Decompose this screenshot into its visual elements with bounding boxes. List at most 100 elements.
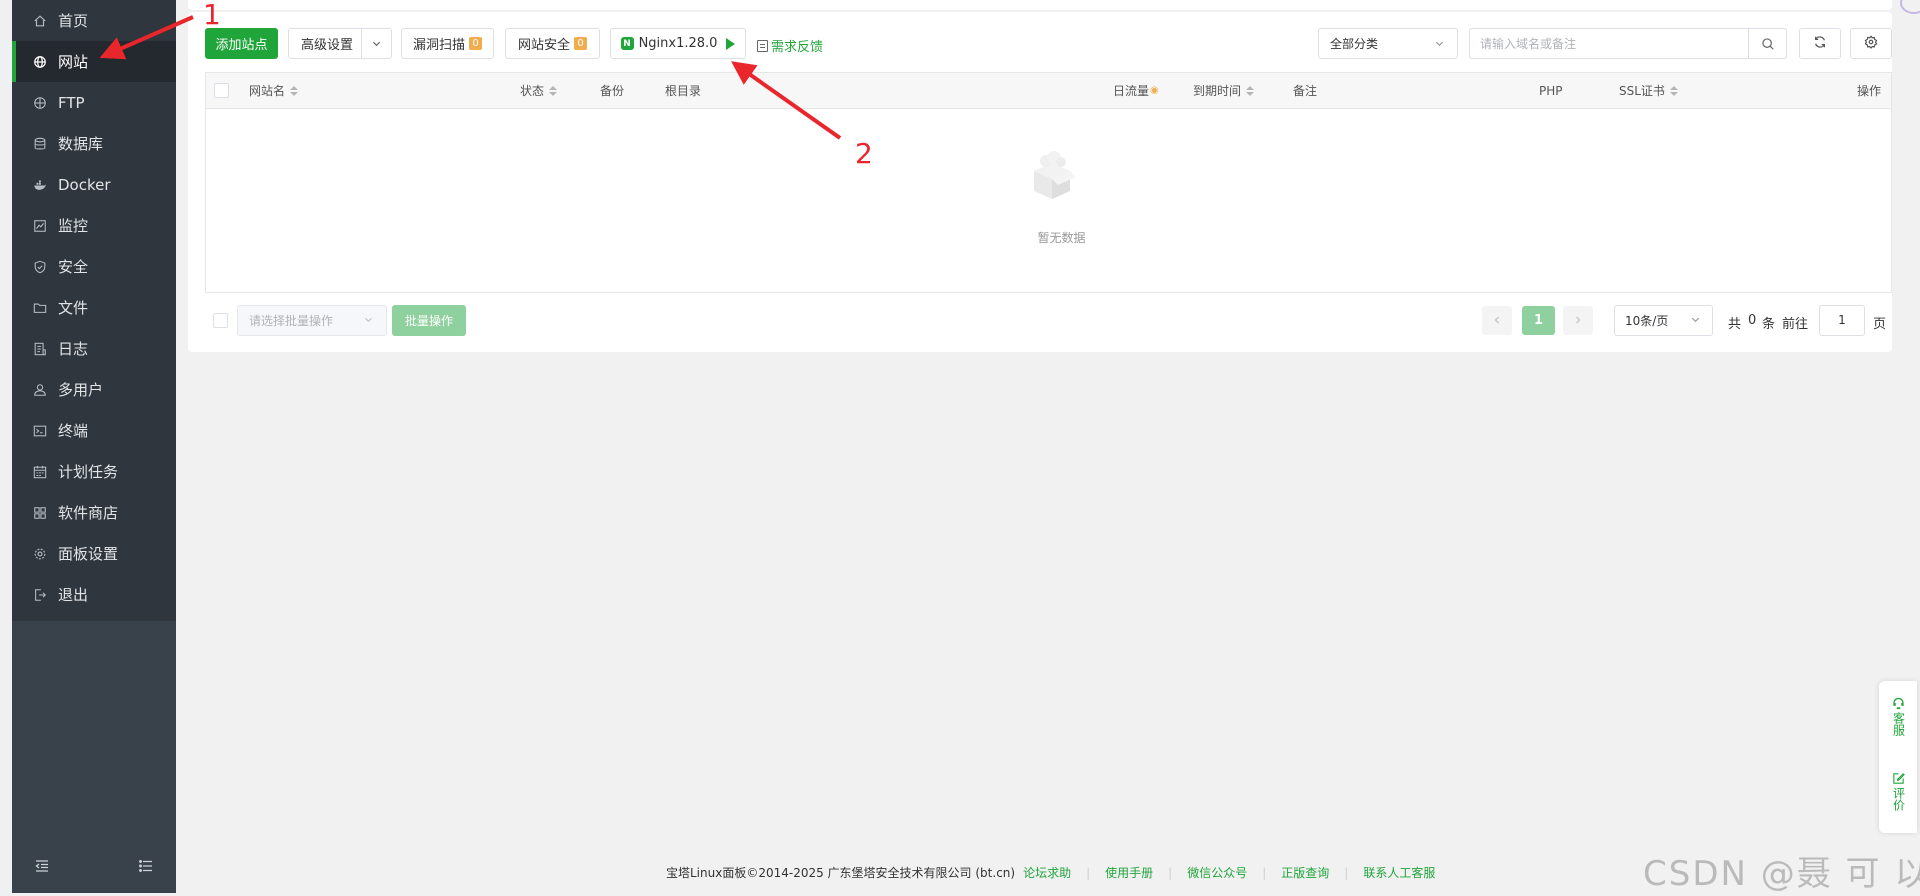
column-site-name[interactable]: 网站名 bbox=[249, 73, 299, 109]
column-label: 网站名 bbox=[249, 84, 286, 98]
advanced-settings-label: 高级设置 bbox=[301, 38, 354, 53]
license-check-link[interactable]: 正版查询 bbox=[1281, 864, 1329, 881]
customer-service-button[interactable]: 客服 bbox=[1879, 697, 1917, 736]
column-root-dir: 根目录 bbox=[665, 73, 701, 109]
column-label: 备份 bbox=[600, 84, 625, 98]
batch-action-button[interactable]: 批量操作 bbox=[392, 305, 466, 336]
sidebar-item-files[interactable]: 文件 bbox=[12, 287, 176, 328]
sidebar-item-logout[interactable]: 退出 bbox=[12, 574, 176, 615]
empty-box-icon bbox=[1034, 151, 1076, 199]
batch-action-select[interactable]: 请选择批量操作 bbox=[237, 305, 387, 336]
goto-page-input[interactable]: 1 bbox=[1819, 305, 1865, 336]
manual-link[interactable]: 使用手册 bbox=[1105, 864, 1153, 881]
page-size-select[interactable]: 10条/页 bbox=[1614, 305, 1713, 336]
sidebar-item-label: 多用户 bbox=[58, 381, 104, 399]
search-box bbox=[1469, 28, 1787, 59]
chevron-down-icon[interactable] bbox=[361, 29, 391, 58]
sidebar-item-monitor[interactable]: 监控 bbox=[12, 205, 176, 246]
feedback-label: 需求反馈 bbox=[771, 40, 824, 55]
collapse-sidebar-icon[interactable] bbox=[30, 854, 54, 878]
sidebar-item-terminal[interactable]: 终端 bbox=[12, 410, 176, 451]
column-daily-traffic: 日流量 ◉ bbox=[1113, 73, 1159, 109]
sort-icon bbox=[1669, 86, 1678, 96]
search-icon[interactable] bbox=[1748, 29, 1786, 58]
next-page-button[interactable] bbox=[1563, 306, 1593, 335]
select-all-checkbox[interactable] bbox=[214, 83, 229, 98]
sidebar-item-label: 面板设置 bbox=[58, 545, 119, 563]
total-count: 0 bbox=[1748, 313, 1757, 328]
chevron-left-icon bbox=[1492, 314, 1502, 328]
sidebar-item-users[interactable]: 多用户 bbox=[12, 369, 176, 410]
column-label: 到期时间 bbox=[1193, 84, 1242, 98]
sidebar-item-label: 文件 bbox=[58, 299, 89, 317]
sidebar-item-label: FTP bbox=[58, 93, 85, 112]
prev-page-button[interactable] bbox=[1482, 306, 1512, 335]
column-php: PHP bbox=[1539, 73, 1563, 109]
table-settings-button[interactable] bbox=[1850, 28, 1892, 59]
column-status[interactable]: 状态 bbox=[520, 73, 558, 109]
eye-icon[interactable]: ◉ bbox=[1150, 73, 1159, 109]
sidebar-menu: 首页 网站 FTP 数据库 Docker 监控 安全 文件 日志 多用户 终端 … bbox=[12, 0, 176, 621]
column-label: 日流量 bbox=[1113, 84, 1150, 98]
sidebar-item-logs[interactable]: 日志 bbox=[12, 328, 176, 369]
sidebar-item-database[interactable]: 数据库 bbox=[12, 123, 176, 164]
vuln-scan-label: 漏洞扫描 bbox=[412, 38, 465, 53]
column-label: 备注 bbox=[1293, 84, 1318, 98]
sidebar-item-docker[interactable]: Docker bbox=[12, 164, 176, 205]
docker-icon bbox=[32, 177, 48, 193]
list-menu-icon[interactable] bbox=[134, 854, 158, 878]
vuln-count-badge: 0 bbox=[469, 37, 482, 50]
column-label: 根目录 bbox=[665, 84, 702, 98]
footer-select-all-checkbox[interactable] bbox=[213, 313, 228, 328]
review-button[interactable]: 评价 bbox=[1879, 772, 1917, 811]
review-label: 评价 bbox=[1891, 787, 1906, 811]
ftp-icon bbox=[32, 95, 48, 111]
logout-icon bbox=[32, 587, 48, 603]
advanced-settings-button[interactable]: 高级设置 bbox=[288, 28, 392, 59]
annotation-number-2: 2 bbox=[855, 137, 873, 170]
divider: | bbox=[1344, 865, 1349, 880]
forum-link[interactable]: 论坛求助 bbox=[1023, 864, 1071, 881]
sidebar-item-settings[interactable]: 面板设置 bbox=[12, 533, 176, 574]
site-security-button[interactable]: 网站安全 0 bbox=[505, 28, 600, 59]
category-select[interactable]: 全部分类 bbox=[1318, 28, 1458, 59]
document-icon bbox=[757, 39, 768, 52]
human-support-link[interactable]: 联系人工客服 bbox=[1363, 864, 1435, 881]
vuln-scan-button[interactable]: 漏洞扫描 0 bbox=[401, 28, 494, 59]
refresh-button[interactable] bbox=[1799, 28, 1841, 59]
terminal-icon bbox=[32, 423, 48, 439]
sidebar-item-label: 软件商店 bbox=[58, 504, 119, 522]
sidebar-item-security[interactable]: 安全 bbox=[12, 246, 176, 287]
divider: | bbox=[1262, 865, 1267, 880]
sidebar-item-label: 安全 bbox=[58, 258, 89, 276]
gear-icon bbox=[32, 546, 48, 562]
sidebar-item-cron[interactable]: 计划任务 bbox=[12, 451, 176, 492]
sidebar-item-home[interactable]: 首页 bbox=[12, 0, 176, 41]
page-suffix: 页 bbox=[1873, 317, 1887, 332]
search-input[interactable] bbox=[1470, 29, 1750, 58]
nginx-service-button[interactable]: N Nginx1.28.0 bbox=[610, 28, 746, 59]
column-ssl[interactable]: SSL证书 bbox=[1619, 73, 1678, 109]
annotation-number-1: 1 bbox=[203, 0, 221, 31]
feedback-link[interactable]: 需求反馈 bbox=[757, 36, 823, 55]
sort-icon bbox=[549, 86, 558, 96]
nginx-logo-icon: N bbox=[620, 37, 634, 50]
refresh-icon bbox=[1813, 35, 1827, 53]
column-label: SSL证书 bbox=[1619, 84, 1665, 98]
sidebar-item-store[interactable]: 软件商店 bbox=[12, 492, 176, 533]
database-icon bbox=[32, 136, 48, 152]
add-site-button[interactable]: 添加站点 bbox=[205, 28, 278, 59]
sidebar-item-label: 首页 bbox=[58, 12, 89, 30]
sidebar-item-ftp[interactable]: FTP bbox=[12, 82, 176, 123]
empty-state: 暂无数据 bbox=[206, 109, 1891, 292]
copyright-bar: 宝塔Linux面板©2014-2025 广东堡塔安全技术有限公司 (bt.cn)… bbox=[666, 864, 1435, 881]
side-float-widget: 客服 评价 bbox=[1879, 681, 1917, 833]
edit-icon bbox=[1892, 773, 1905, 784]
sidebar-item-website[interactable]: 网站 bbox=[12, 41, 176, 82]
column-expiry[interactable]: 到期时间 bbox=[1193, 73, 1255, 109]
goto-label: 前往 bbox=[1782, 317, 1809, 332]
wechat-link[interactable]: 微信公众号 bbox=[1187, 864, 1247, 881]
website-table: 网站名 状态 备份 根目录 日流量 ◉ 到期时间 备注 PHP SSL证书 操作… bbox=[205, 72, 1892, 293]
page-number-current[interactable]: 1 bbox=[1522, 306, 1555, 335]
sidebar-item-label: 网站 bbox=[58, 53, 89, 71]
